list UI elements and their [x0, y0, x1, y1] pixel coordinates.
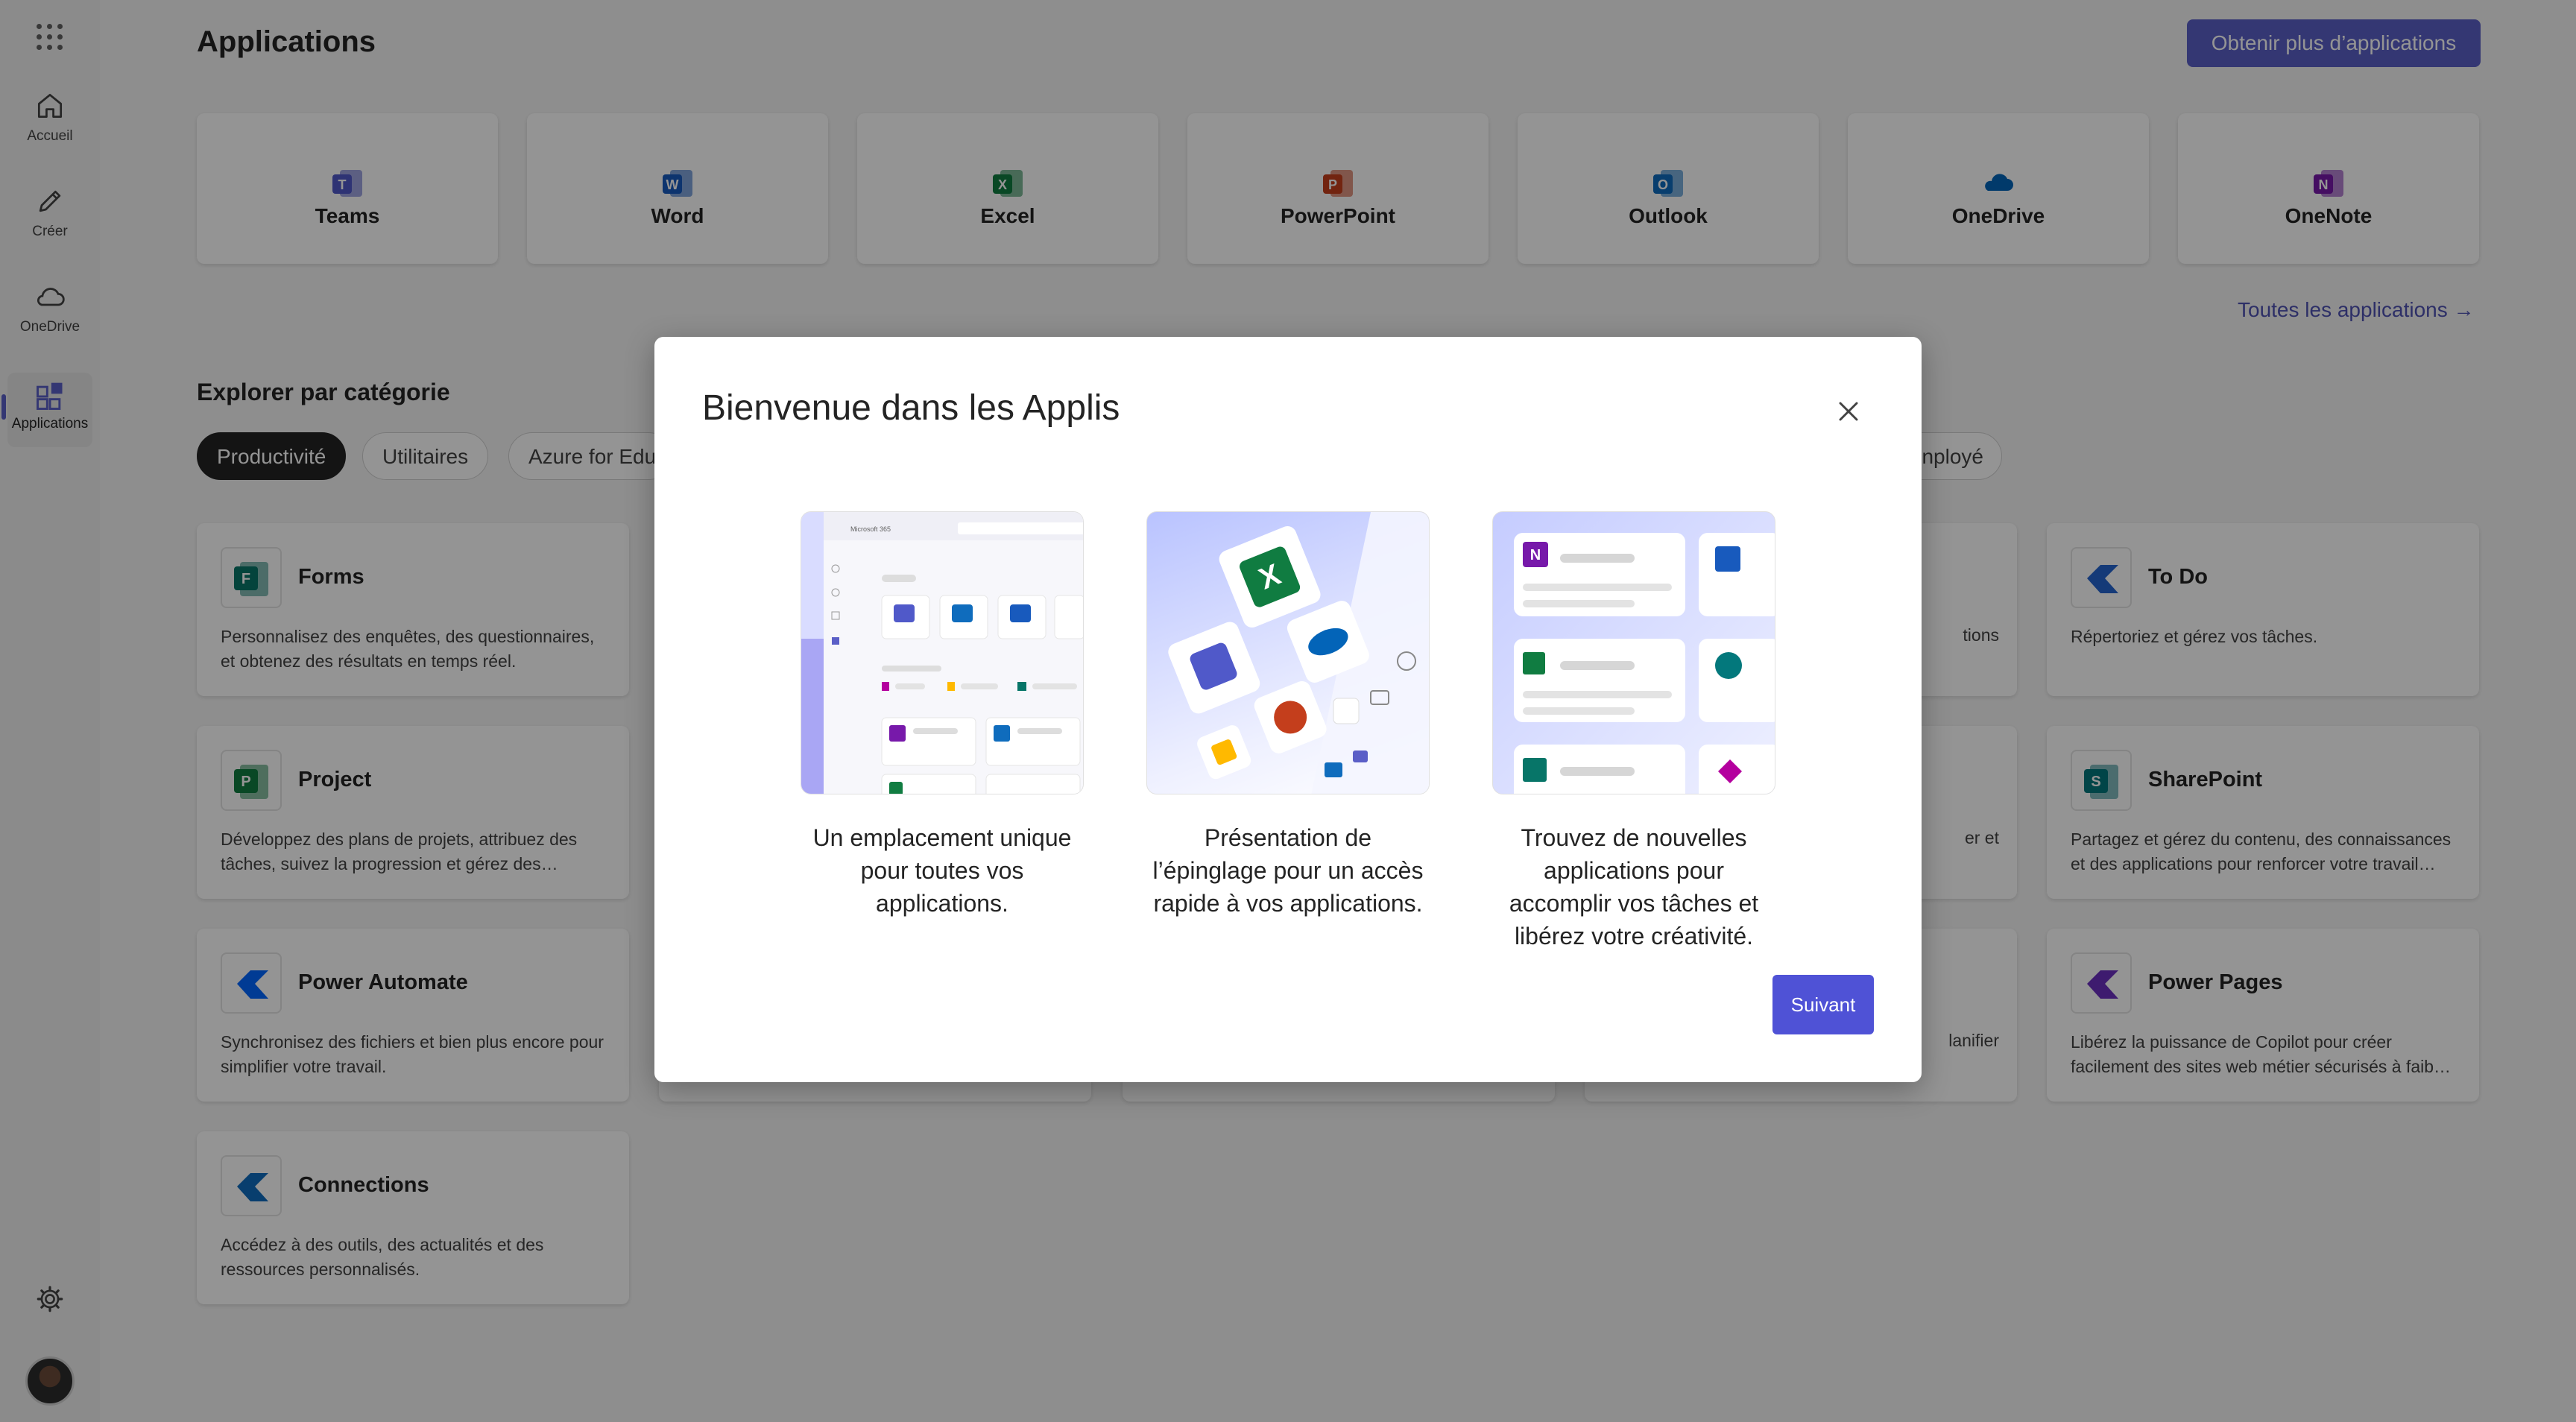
feature-illustration-pinning: X	[1146, 511, 1430, 794]
feature-illustration-discover: N	[1492, 511, 1775, 794]
close-button[interactable]	[1832, 395, 1865, 428]
feature-pinning: X Présentation de l’épinglage pour un ac…	[1146, 511, 1430, 920]
feature-one-place: Microsoft 365 Un emplacement unique pour…	[801, 511, 1084, 920]
next-button[interactable]: Suivant	[1772, 975, 1874, 1034]
illustration-header-text: Microsoft 365	[850, 525, 891, 533]
feature-discover: N Trouvez de nouvelles applications pour…	[1492, 511, 1775, 952]
feature-caption: Présentation de l’épinglage pour un accè…	[1152, 824, 1424, 917]
feature-caption: Trouvez de nouvelles applications pour a…	[1509, 824, 1759, 949]
close-icon	[1839, 402, 1858, 421]
svg-text:N: N	[1530, 547, 1541, 563]
dialog-title: Bienvenue dans les Applis	[702, 388, 1120, 428]
feature-illustration-launcher: Microsoft 365	[801, 511, 1084, 794]
welcome-dialog: Bienvenue dans les Applis Microsoft 365	[654, 337, 1922, 1082]
feature-caption: Un emplacement unique pour toutes vos ap…	[812, 824, 1072, 917]
